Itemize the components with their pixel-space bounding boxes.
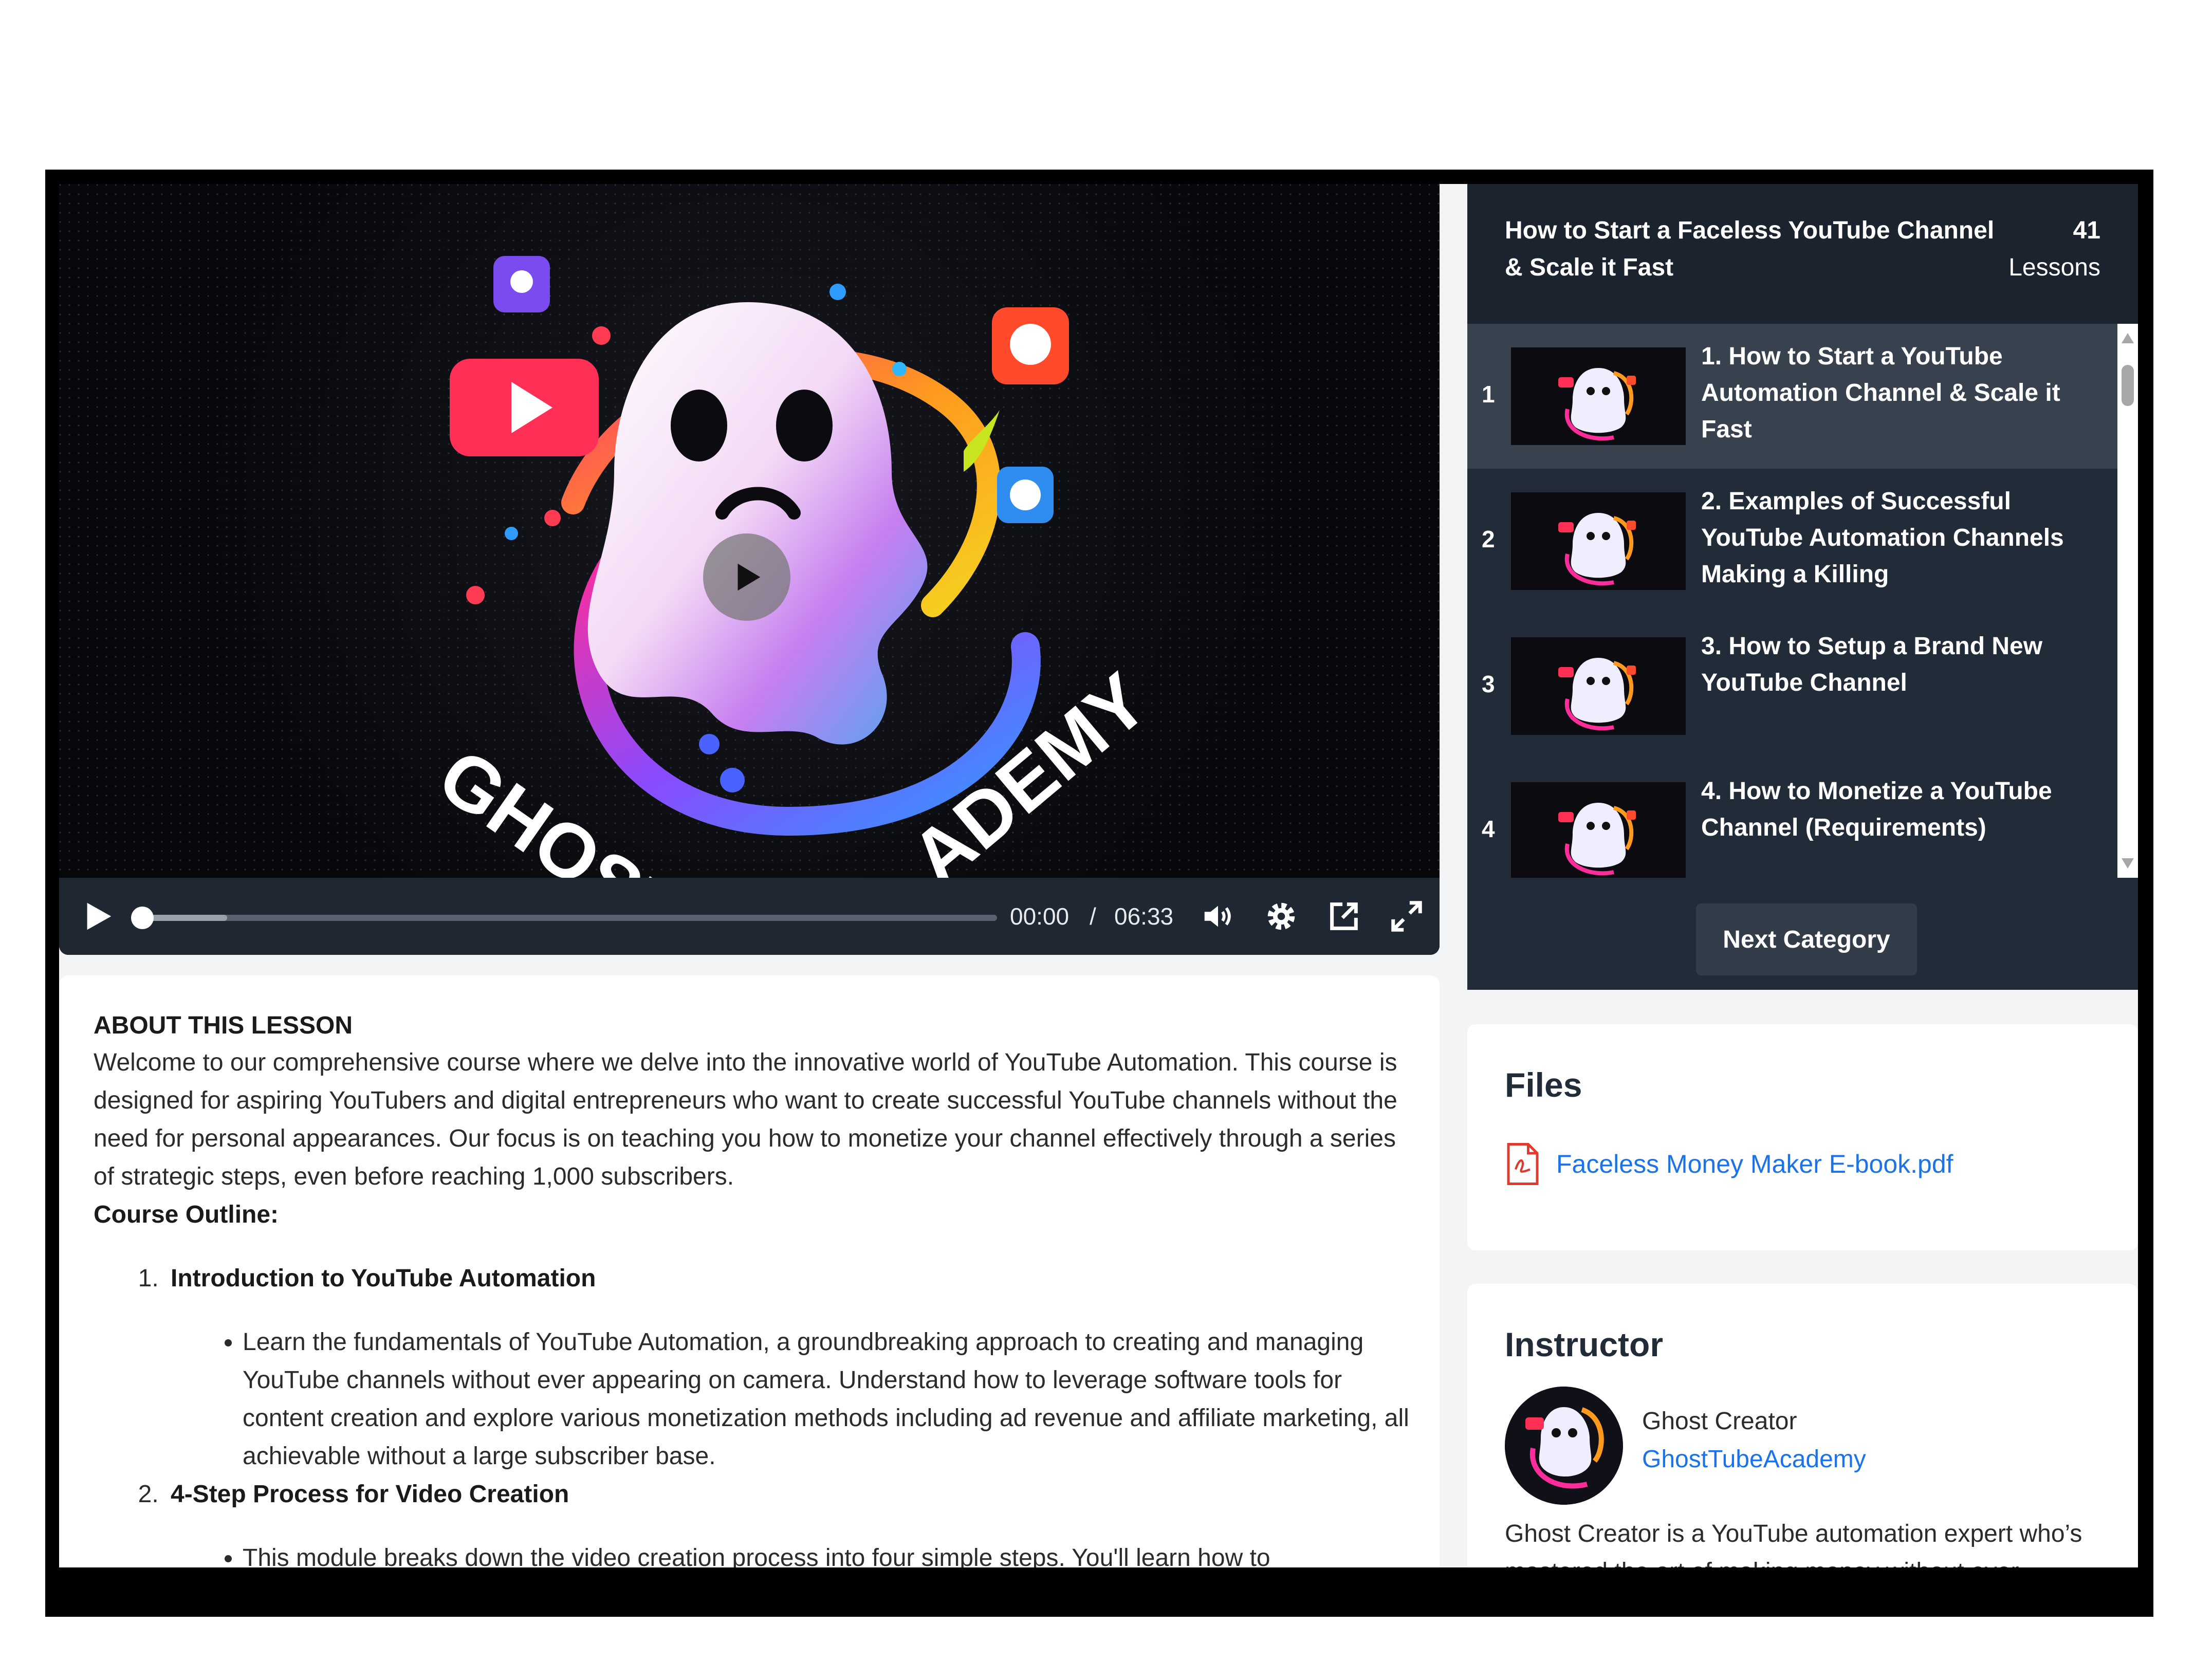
big-play-button[interactable] — [703, 533, 790, 621]
duration: 06:33 — [1114, 903, 1174, 930]
time-separator: / — [1090, 903, 1096, 930]
instructor-handle-link[interactable]: GhostTubeAcademy — [1642, 1445, 1866, 1473]
instructor-title: Instructor — [1505, 1325, 1664, 1363]
outline-item: 4-Step Process for Video Creation This m… — [165, 1475, 1414, 1567]
file-name[interactable]: Faceless Money Maker E-book.pdf — [1556, 1149, 1953, 1179]
outline-item: Introduction to YouTube Automation Learn… — [165, 1260, 1414, 1475]
outline-item-title: 4-Step Process for Video Creation — [171, 1481, 569, 1508]
lesson-title: 1. How to Start a YouTube Automation Cha… — [1701, 343, 2060, 443]
lesson-count-number: 41 — [2073, 217, 2100, 244]
playlist-item-4[interactable]: 4 4. How to Monetize a YouTube Channel (… — [1467, 759, 2117, 878]
outline-bullet: Learn the fundamentals of YouTube Automa… — [243, 1323, 1414, 1475]
play-icon[interactable] — [80, 898, 116, 934]
play-icon — [738, 563, 761, 591]
playlist-item-2[interactable]: 2 2. Examples of Successful YouTube Auto… — [1467, 469, 2117, 614]
playlist-item-1[interactable]: 1 1. How to Start a YouTube Automation C… — [1467, 324, 2117, 469]
lesson-title: 4. How to Monetize a YouTube Channel (Re… — [1701, 778, 2052, 841]
scroll-down-arrow[interactable] — [2122, 858, 2134, 869]
popout-icon[interactable] — [1326, 898, 1362, 934]
lesson-thumbnail — [1511, 347, 1686, 445]
file-link[interactable]: Faceless Money Maker E-book.pdf — [1505, 1142, 1953, 1186]
outline-bullet: This module breaks down the video creati… — [243, 1539, 1414, 1567]
lesson-title: 2. Examples of Successful YouTube Automa… — [1701, 488, 2064, 588]
outline-title: Course Outline: — [94, 1201, 279, 1228]
lesson-page: GHOST ADEMY 00:00 / 06:33 ABOUT THIS LES… — [59, 184, 2138, 1567]
lesson-thumbnail — [1511, 782, 1686, 878]
pdf-icon — [1507, 1143, 1539, 1185]
volume-icon[interactable] — [1200, 898, 1236, 934]
playlist-scrollbar[interactable] — [2117, 324, 2138, 878]
lesson-number: 3 — [1482, 671, 1495, 697]
scroll-thumb[interactable] — [2122, 365, 2134, 406]
lesson-number: 2 — [1482, 526, 1495, 552]
video-control-bar: 00:00 / 06:33 — [59, 878, 1440, 955]
instructor-name: Ghost Creator — [1642, 1408, 1797, 1435]
lesson-count-label: Lessons — [2008, 254, 2100, 281]
files-title: Files — [1505, 1066, 1582, 1104]
avatar — [1505, 1387, 1623, 1505]
gear-icon[interactable] — [1263, 898, 1299, 934]
seek-bar[interactable] — [136, 915, 997, 921]
lesson-intro: Welcome to our comprehensive course wher… — [94, 1049, 1397, 1190]
lesson-thumbnail — [1511, 492, 1686, 590]
course-title: How to Start a Faceless YouTube Channel … — [1505, 217, 1995, 281]
playlist-items: 1 1. How to Start a YouTube Automation C… — [1467, 324, 2117, 878]
files-card: Files Faceless Money Maker E-book.pdf — [1467, 1024, 2138, 1250]
ghost-academy-artwork: GHOST ADEMY — [59, 184, 1440, 878]
lesson-title: 3. How to Setup a Brand New YouTube Chan… — [1701, 633, 2043, 696]
scroll-up-arrow[interactable] — [2122, 333, 2134, 343]
lesson-playlist: How to Start a Faceless YouTube Channel … — [1467, 184, 2138, 990]
playlist-header: How to Start a Faceless YouTube Channel … — [1467, 184, 2138, 324]
outline-item-title: Introduction to YouTube Automation — [171, 1265, 596, 1292]
course-outline: Introduction to YouTube Automation Learn… — [94, 1260, 1414, 1567]
playlist-item-3[interactable]: 3 3. How to Setup a Brand New YouTube Ch… — [1467, 614, 2117, 759]
about-title: ABOUT THIS LESSON — [94, 1012, 353, 1039]
video-thumbnail: GHOST ADEMY — [59, 184, 1440, 878]
instructor-card: Instructor Ghost Creator GhostTubeAcadem… — [1467, 1284, 2138, 1567]
current-time: 00:00 — [1010, 903, 1070, 930]
lesson-thumbnail — [1511, 637, 1686, 735]
lesson-description: ABOUT THIS LESSON Welcome to our compreh… — [59, 975, 1440, 1567]
lesson-number: 1 — [1482, 381, 1495, 408]
fullscreen-icon[interactable] — [1389, 898, 1425, 934]
lesson-count: 41 Lessons — [2008, 212, 2100, 286]
next-category-button[interactable]: Next Category — [1696, 903, 1917, 975]
lesson-number: 4 — [1482, 816, 1495, 842]
video-player[interactable]: GHOST ADEMY 00:00 / 06:33 — [59, 184, 1440, 955]
instructor-bio: Ghost Creator is a YouTube automation ex… — [1505, 1520, 2082, 1567]
seek-handle[interactable] — [131, 907, 154, 929]
